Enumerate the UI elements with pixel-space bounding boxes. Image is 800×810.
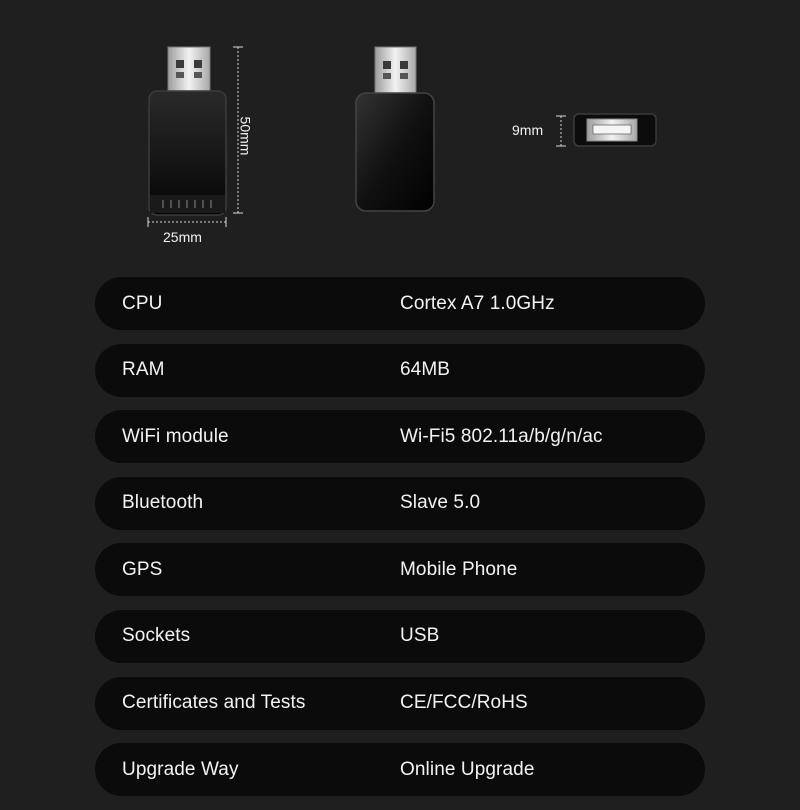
spec-value: Online Upgrade — [400, 758, 535, 780]
width-dimension-label: 25mm — [163, 229, 202, 245]
spec-row-upgrade-way: Upgrade Way Online Upgrade — [95, 743, 705, 797]
spec-label: Bluetooth — [122, 492, 204, 514]
spec-row-sockets: Sockets USB — [95, 609, 705, 663]
spec-row-ram: RAM 64MB — [95, 343, 705, 397]
spec-label: Upgrade Way — [122, 758, 239, 780]
depth-dimension-label: 9mm — [512, 122, 544, 138]
spec-label: CPU — [122, 292, 163, 314]
spec-value: Slave 5.0 — [400, 492, 481, 514]
height-dimension-label: 50mm — [237, 116, 254, 156]
dongle-side-view — [573, 113, 657, 147]
spec-label: Certificates and Tests — [122, 692, 306, 714]
product-illustrations: 25mm 50mm 9mm — [0, 0, 800, 260]
spec-value: Cortex A7 1.0GHz — [400, 292, 555, 314]
spec-value: USB — [400, 625, 440, 647]
dongle-front-view — [355, 46, 435, 212]
spec-label: Sockets — [122, 625, 191, 647]
spec-value: Mobile Phone — [400, 558, 518, 580]
spec-label: GPS — [122, 558, 163, 580]
spec-label: RAM — [122, 359, 165, 381]
spec-row-certificates: Certificates and Tests CE/FCC/RoHS — [95, 676, 705, 730]
spec-value: 64MB — [400, 359, 451, 381]
spec-row-bluetooth: Bluetooth Slave 5.0 — [95, 476, 705, 530]
spec-table: CPU Cortex A7 1.0GHz RAM 64MB WiFi modul… — [95, 277, 705, 810]
spec-row-wifi: WiFi module Wi-Fi5 802.11a/b/g/n/ac — [95, 410, 705, 464]
dongle-back-view — [148, 46, 227, 216]
spec-label: WiFi module — [122, 425, 229, 447]
spec-value: CE/FCC/RoHS — [400, 692, 528, 714]
usb-dongle-drawings — [147, 46, 657, 227]
spec-value: Wi-Fi5 802.11a/b/g/n/ac — [400, 425, 603, 447]
spec-row-gps: GPS Mobile Phone — [95, 543, 705, 597]
spec-row-cpu: CPU Cortex A7 1.0GHz — [95, 277, 705, 330]
